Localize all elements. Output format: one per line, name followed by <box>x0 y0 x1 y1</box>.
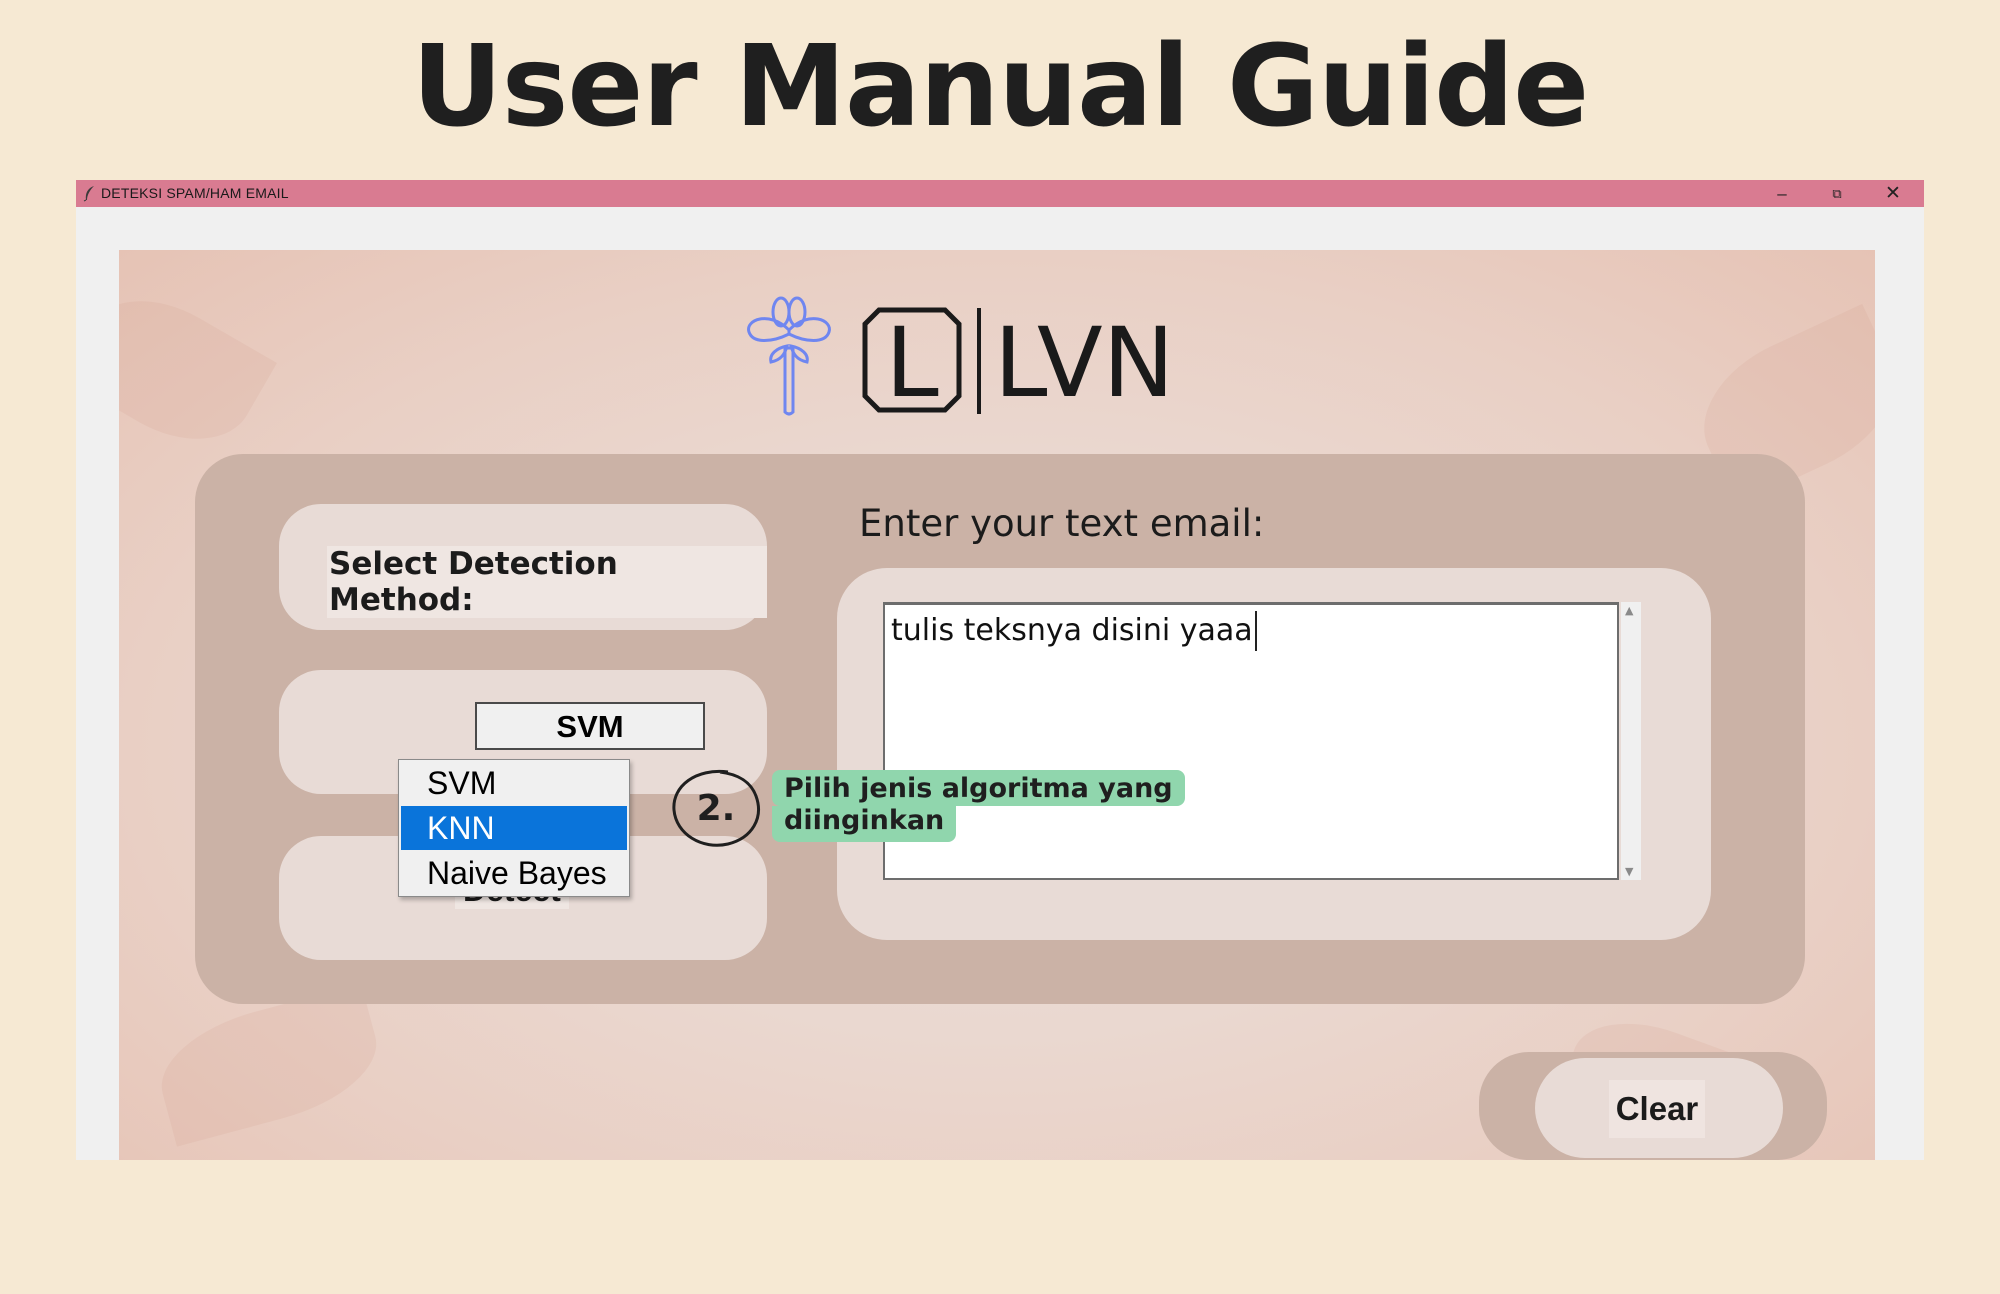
step-number: 2. <box>696 788 736 829</box>
hint-line-2: diinginkan <box>772 806 957 842</box>
method-select[interactable]: SVM <box>475 702 705 750</box>
app-background: L LVN Select Detection Method: SVM Detec… <box>119 250 1875 1160</box>
svg-text:LVN: LVN <box>994 307 1174 419</box>
window-titlebar[interactable]: DETEKSI SPAM/HAM EMAIL – ⧉ ✕ <box>76 180 1924 207</box>
method-dropdown-list: SVM KNN Naive Bayes <box>398 759 630 897</box>
feather-icon <box>83 186 94 202</box>
window-title: DETEKSI SPAM/HAM EMAIL <box>101 185 289 201</box>
dropdown-option-knn[interactable]: KNN <box>401 806 627 850</box>
scroll-down-arrow-icon[interactable]: ▼ <box>1625 865 1633 878</box>
method-label-pill: Select Detection Method: <box>279 504 767 630</box>
dropdown-option-svm[interactable]: SVM <box>401 761 627 805</box>
app-window: DETEKSI SPAM/HAM EMAIL – ⧉ ✕ L LVN Selec… <box>76 180 1924 1160</box>
clear-button[interactable]: Clear <box>1609 1080 1705 1138</box>
flower-icon <box>747 296 831 416</box>
page-title: User Manual Guide <box>411 22 1589 152</box>
main-panel: Select Detection Method: SVM Detect Ente… <box>195 454 1805 1004</box>
hint-line-1: Pilih jenis algoritma yang <box>772 770 1185 806</box>
lvn-logo: L LVN <box>747 296 1174 419</box>
close-button[interactable]: ✕ <box>1866 180 1920 207</box>
dropdown-option-naive-bayes[interactable]: Naive Bayes <box>401 851 627 895</box>
clear-wrap: Clear <box>1479 1052 1827 1160</box>
textarea-scrollbar[interactable]: ▲ ▼ <box>1621 602 1641 880</box>
minimize-button[interactable]: – <box>1755 180 1809 207</box>
background-leaf <box>148 983 390 1147</box>
background-leaf <box>119 273 277 467</box>
clear-pill: Clear <box>1535 1058 1783 1158</box>
step-badge: 2. <box>668 768 764 850</box>
scroll-up-arrow-icon[interactable]: ▲ <box>1625 604 1633 617</box>
method-label: Select Detection Method: <box>327 546 767 618</box>
hint-callout: Pilih jenis algoritma yang diinginkan <box>772 770 1185 842</box>
email-label: Enter your text email: <box>859 502 1265 545</box>
email-text: tulis teksnya disini yaaa <box>891 611 1257 651</box>
svg-text:L: L <box>885 307 938 419</box>
restore-button[interactable]: ⧉ <box>1810 180 1864 207</box>
email-pill: tulis teksnya disini yaaa ▲ ▼ <box>837 568 1711 940</box>
